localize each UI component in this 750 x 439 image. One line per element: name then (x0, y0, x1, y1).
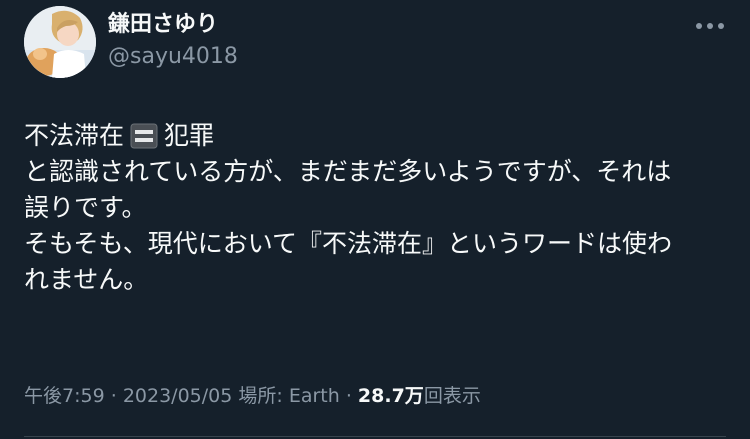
meta-separator: · (110, 385, 117, 407)
tweet-date[interactable]: 2023/05/05 (123, 385, 233, 407)
display-name[interactable]: 鎌田さゆり (108, 10, 238, 40)
tweet-text-segment: 不法滞在 (24, 121, 125, 150)
author-info: 鎌田さゆり @sayu4018 (108, 10, 238, 72)
avatar[interactable] (24, 6, 96, 78)
tweet-text-line: そもそも、現代において『不法滞在』というワードは使わ (24, 229, 673, 258)
tweet-text-line: 不法滞在 犯罪 (24, 118, 726, 154)
tweet-time[interactable]: 午後7:59 (24, 385, 105, 407)
divider (24, 436, 726, 437)
avatar-image (24, 6, 96, 78)
tweet-text-segment: 犯罪 (164, 121, 215, 150)
tweet: 鎌田さゆり @sayu4018 不法滞在 犯罪 と認識されている方が、まだまだ多… (0, 0, 750, 439)
user-handle[interactable]: @sayu4018 (108, 42, 238, 72)
location-value: Earth (288, 385, 340, 407)
views-count[interactable]: 28.7万 (358, 385, 424, 407)
tweet-text-line: れません。 (24, 265, 149, 294)
more-options-button[interactable] (690, 14, 730, 38)
tweet-text-line: と認識されている方が、まだまだ多いようですが、それは (24, 157, 672, 186)
meta-separator: · (345, 385, 352, 407)
tweet-text: 不法滞在 犯罪 と認識されている方が、まだまだ多いようですが、それは 誤りです。… (24, 118, 726, 298)
tweet-text-line: 誤りです。 (24, 193, 147, 222)
more-horizontal-icon (696, 23, 724, 29)
views-label[interactable]: 回表示 (424, 385, 481, 407)
equals-emoji-icon (130, 123, 158, 149)
tweet-meta: 午後7:59 · 2023/05/05 場所: Earth · 28.7万回表示 (24, 383, 481, 409)
location-label: 場所: (238, 385, 283, 407)
